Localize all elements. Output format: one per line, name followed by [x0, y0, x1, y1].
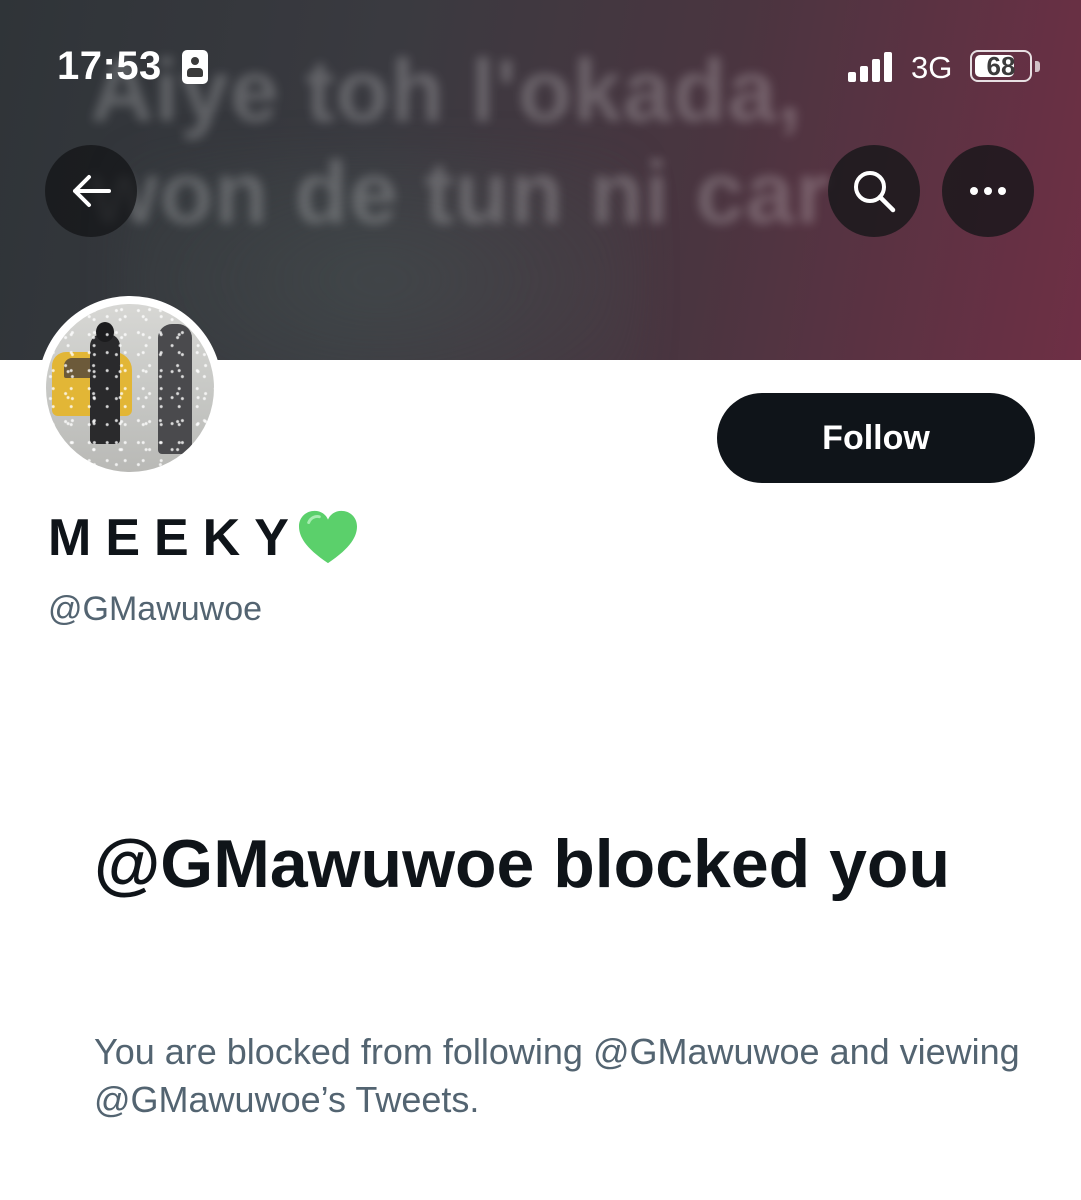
more-options-button[interactable] — [942, 145, 1034, 237]
status-time: 17:53 — [57, 44, 162, 88]
display-name-text: MEEKY — [48, 509, 303, 567]
signal-strength-icon — [848, 52, 896, 82]
profile-handle: @GMawuwoe — [48, 590, 263, 628]
search-button[interactable] — [828, 145, 920, 237]
blocked-title: @GMawuwoe blocked you — [94, 826, 950, 902]
orientation-lock-icon — [182, 50, 208, 84]
battery-icon: 68 — [970, 50, 1032, 82]
avatar[interactable] — [38, 296, 222, 480]
avatar-image — [46, 304, 214, 472]
blocked-description: You are blocked from following @GMawuwoe… — [94, 1031, 1020, 1120]
more-options-icon — [970, 187, 1006, 195]
back-button[interactable] — [45, 145, 137, 237]
display-name: MEEKY — [48, 508, 359, 568]
green-heart-icon — [298, 510, 357, 564]
follow-button[interactable]: Follow — [717, 393, 1035, 483]
back-arrow-icon — [73, 175, 111, 207]
battery-tip — [1035, 61, 1040, 72]
search-icon — [854, 171, 896, 213]
network-type: 3G — [911, 50, 953, 85]
battery-level: 68 — [986, 51, 1016, 81]
